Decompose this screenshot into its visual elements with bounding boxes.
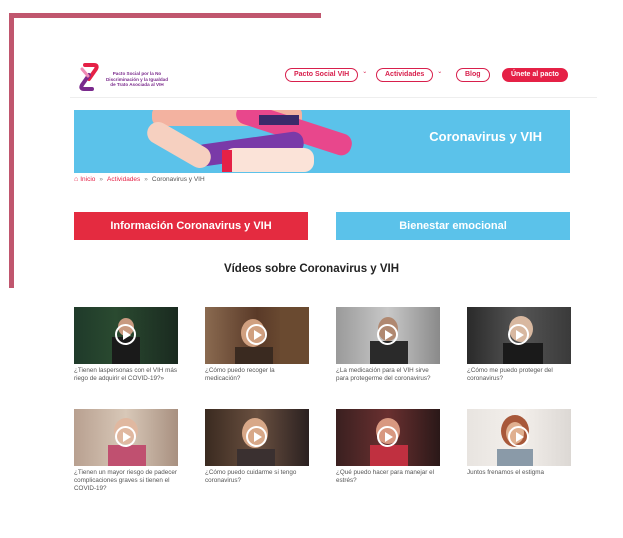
video-thumbnail[interactable] bbox=[467, 409, 571, 466]
breadcrumb-current: Coronavirus y VIH bbox=[151, 176, 205, 183]
breadcrumb-inicio[interactable]: Inicio bbox=[80, 176, 95, 183]
video-caption[interactable]: Juntos frenamos el estigma bbox=[467, 469, 571, 477]
play-icon[interactable] bbox=[115, 426, 136, 447]
video-card[interactable]: ¿La medicación para el VIH sirve para pr… bbox=[336, 307, 440, 383]
chevron-down-icon[interactable]: ⌄ bbox=[437, 68, 442, 75]
video-card[interactable]: ¿Tienen un mayor riesgo de padecer compl… bbox=[74, 409, 178, 494]
nav-actividades-label[interactable]: Actividades bbox=[376, 68, 434, 82]
play-icon[interactable] bbox=[246, 324, 267, 345]
nav-item-actividades[interactable]: Actividades ⌄ bbox=[376, 68, 442, 82]
join-pact-label[interactable]: Únete al pacto bbox=[502, 68, 568, 82]
bienestar-emocional-button[interactable]: Bienestar emocional bbox=[336, 212, 570, 240]
play-icon[interactable] bbox=[115, 324, 136, 345]
banner-title: Coronavirus y VIH bbox=[429, 129, 542, 144]
video-thumbnail[interactable] bbox=[467, 307, 571, 364]
nav-pacto-social-label[interactable]: Pacto Social VIH bbox=[285, 68, 359, 82]
hero-banner: Coronavirus y VIH bbox=[74, 110, 570, 173]
breadcrumb-actividades[interactable]: Actividades bbox=[107, 176, 140, 183]
video-caption[interactable]: ¿Cómo puedo recoger la medicación? bbox=[205, 367, 309, 383]
video-thumbnail[interactable] bbox=[74, 307, 178, 364]
play-icon[interactable] bbox=[508, 426, 529, 447]
section-title: Vídeos sobre Coronavirus y VIH bbox=[223, 263, 400, 275]
video-thumbnail[interactable] bbox=[205, 409, 309, 466]
decorative-frame-left bbox=[9, 13, 14, 288]
video-caption[interactable]: ¿Cómo puedo cuidarme si tengo coronaviru… bbox=[205, 469, 309, 485]
home-icon[interactable]: ⌂ bbox=[74, 176, 78, 183]
header-divider bbox=[70, 97, 597, 98]
video-caption[interactable]: ¿Tienen laspersonas con el VIH más riego… bbox=[74, 367, 178, 383]
video-thumbnail[interactable] bbox=[74, 409, 178, 466]
play-icon[interactable] bbox=[246, 426, 267, 447]
video-caption[interactable]: ¿Cómo me puedo proteger del coronavirus? bbox=[467, 367, 571, 383]
video-card[interactable]: ¿Cómo puedo cuidarme si tengo coronaviru… bbox=[205, 409, 309, 485]
nav-item-pacto-social[interactable]: Pacto Social VIH ⌄ bbox=[285, 68, 367, 82]
join-pact-button[interactable]: Únete al pacto bbox=[502, 68, 568, 82]
video-thumbnail[interactable] bbox=[336, 409, 440, 466]
video-thumbnail[interactable] bbox=[336, 307, 440, 364]
video-card[interactable]: ¿Qué puedo hacer para manejar el estrés? bbox=[336, 409, 440, 485]
play-icon[interactable] bbox=[508, 324, 529, 345]
video-thumbnail[interactable] bbox=[205, 307, 309, 364]
video-caption[interactable]: ¿Tienen un mayor riesgo de padecer compl… bbox=[74, 469, 178, 494]
breadcrumb-separator: » bbox=[144, 176, 148, 183]
video-card[interactable]: ¿Cómo puedo recoger la medicación? bbox=[205, 307, 309, 383]
play-icon[interactable] bbox=[377, 426, 398, 447]
chevron-down-icon[interactable]: ⌄ bbox=[362, 68, 367, 75]
breadcrumb-separator: » bbox=[99, 176, 104, 183]
nav-item-blog[interactable]: Blog bbox=[456, 68, 490, 82]
video-card[interactable]: ¿Cómo me puedo proteger del coronavirus? bbox=[467, 307, 571, 383]
video-card[interactable]: Juntos frenamos el estigma bbox=[467, 409, 571, 477]
video-caption[interactable]: ¿Qué puedo hacer para manejar el estrés? bbox=[336, 469, 440, 485]
site-logo[interactable]: Pacto Social por la No Discriminación y … bbox=[76, 62, 171, 94]
decorative-frame-top bbox=[9, 13, 321, 18]
breadcrumb: ⌂ Inicio » Actividades » Coronavirus y V… bbox=[74, 176, 205, 183]
video-caption[interactable]: ¿La medicación para el VIH sirve para pr… bbox=[336, 367, 440, 383]
play-icon[interactable] bbox=[377, 324, 398, 345]
video-card[interactable]: ¿Tienen laspersonas con el VIH más riego… bbox=[74, 307, 178, 383]
logo-text: Pacto Social por la No Discriminación y … bbox=[105, 71, 169, 88]
info-coronavirus-button[interactable]: Información Coronavirus y VIH bbox=[74, 212, 308, 240]
nav-blog-label[interactable]: Blog bbox=[456, 68, 490, 82]
